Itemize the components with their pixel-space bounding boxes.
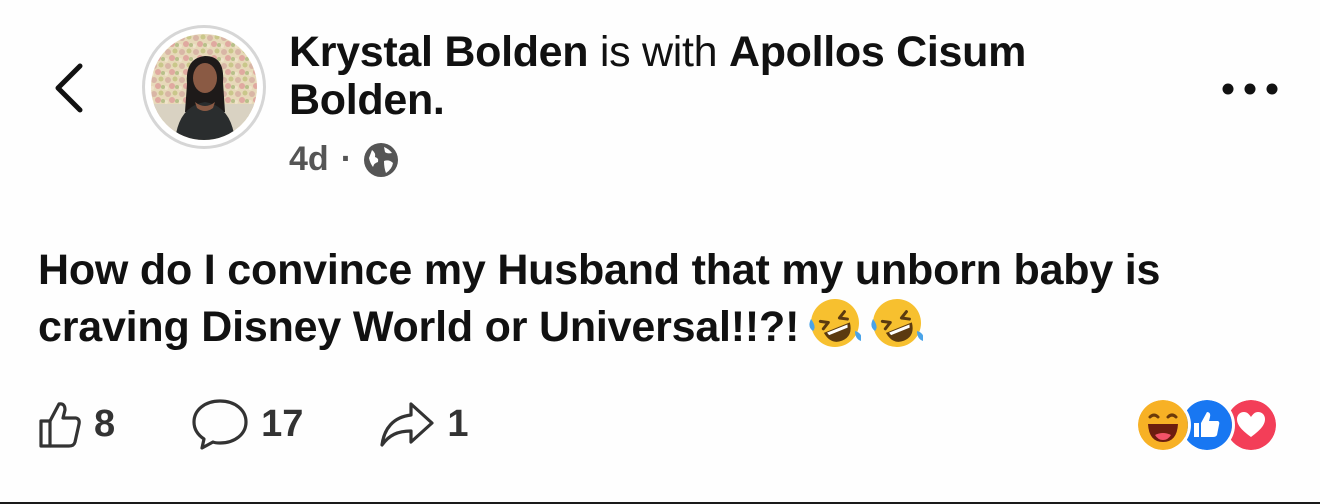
comment-button[interactable]: 17 [191,397,303,451]
comment-count: 17 [261,402,304,445]
like-button[interactable]: 8 [38,399,115,449]
author-name[interactable]: Krystal Bolden [289,28,589,76]
share-count: 1 [447,402,469,445]
like-reaction-icon [1182,400,1232,450]
thumbs-up-icon [39,402,81,448]
end-punctuation: . [432,76,445,124]
post-text: How do I convince my Husband that my unb… [38,243,1288,354]
globe-icon [364,142,399,177]
more-options-button[interactable] [1220,76,1280,102]
like-count: 8 [94,402,116,445]
rolling-laughing-emoji-2 [871,299,924,347]
rolling-laughing-emoji-1 [809,299,862,347]
meta-separator: · [340,140,353,178]
back-button[interactable] [50,60,90,116]
share-button[interactable]: 1 [379,399,469,449]
author-avatar[interactable] [145,28,263,146]
comment-bubble-icon [192,399,248,450]
avatar-photo [151,34,257,140]
post-meta: 4d · [289,140,1149,179]
reaction-summary[interactable] [1138,400,1288,456]
post-time[interactable]: 4d [289,140,329,179]
love-reaction-icon [1226,400,1276,450]
post-text-content: How do I convince my Husband that my unb… [38,246,1161,351]
with-text: is with [599,28,718,76]
share-arrow-icon [380,402,435,447]
post-header: Krystal Bolden is with Apollos Cisum Bol… [289,28,1149,179]
haha-reaction-icon [1138,400,1188,450]
author-line: Krystal Bolden is with Apollos Cisum Bol… [289,28,1149,124]
post-actions: 8 17 1 [38,396,469,452]
